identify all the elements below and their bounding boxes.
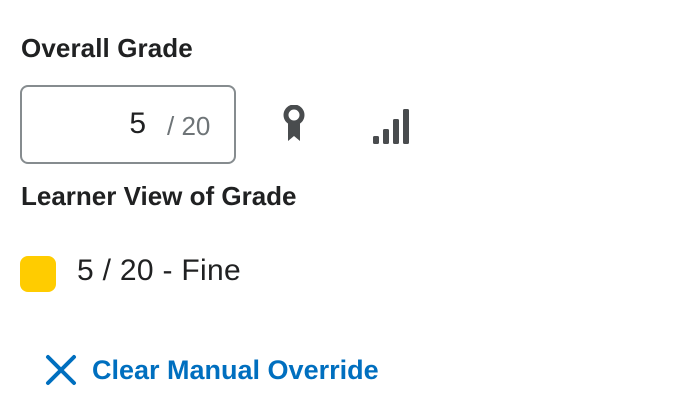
clear-manual-override-label: Clear Manual Override: [92, 354, 379, 385]
grade-color-swatch: [20, 256, 56, 292]
overall-grade-heading: Overall Grade: [21, 33, 193, 63]
signal-bars-icon[interactable]: [368, 102, 414, 148]
clear-manual-override-link[interactable]: Clear Manual Override: [44, 350, 379, 390]
overall-grade-input[interactable]: 5 / 20: [20, 85, 236, 164]
grade-panel: Overall Grade 5 / 20 Learner View of Gra…: [0, 0, 688, 408]
close-icon: [46, 355, 76, 385]
grade-value[interactable]: 5: [129, 107, 146, 141]
grade-out-of: / 20: [167, 111, 211, 141]
learner-view-heading: Learner View of Grade: [21, 181, 297, 211]
award-ribbon-icon[interactable]: [276, 102, 312, 148]
learner-grade-text: 5 / 20 - Fine: [77, 254, 241, 287]
